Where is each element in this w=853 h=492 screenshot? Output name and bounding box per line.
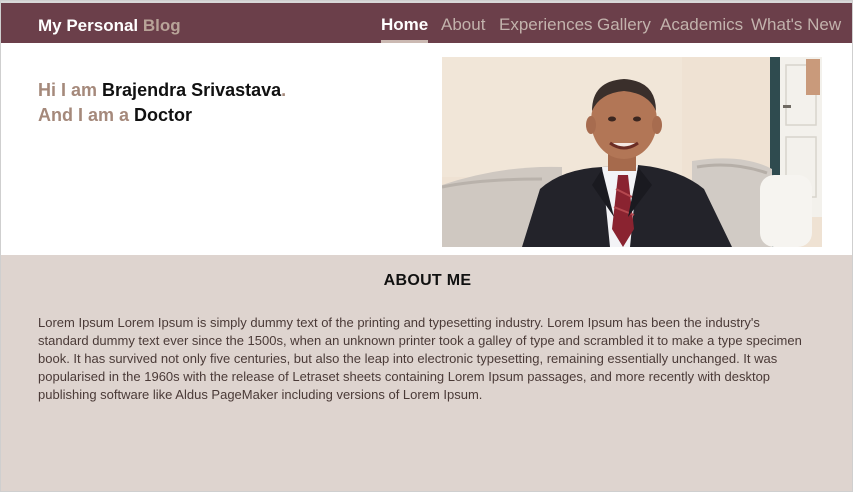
intro-greeting: Hi I am bbox=[38, 80, 98, 100]
navbar: My Personal Blog Home About Experiences … bbox=[1, 1, 852, 43]
nav-about[interactable]: About bbox=[441, 15, 485, 35]
page: My Personal Blog Home About Experiences … bbox=[0, 0, 853, 492]
intro-profession: Doctor bbox=[134, 105, 193, 125]
intro-line-2: And I am a Doctor bbox=[38, 103, 286, 128]
about-body: Lorem Ipsum Lorem Ipsum is simply dummy … bbox=[38, 315, 802, 402]
site-brand-link[interactable]: My Personal Blog bbox=[38, 16, 181, 36]
profile-photo bbox=[442, 57, 822, 247]
nav-whats-new[interactable]: What's New bbox=[751, 15, 841, 35]
brand-accent: Blog bbox=[142, 16, 181, 35]
about-section: ABOUT ME Lorem Ipsum Lorem Ipsum is simp… bbox=[1, 255, 852, 491]
intro-role-lead: And I am a bbox=[38, 105, 130, 125]
intro-line-1: Hi I am Brajendra Srivastava. bbox=[38, 78, 286, 103]
brand-prefix: My Personal bbox=[38, 16, 139, 35]
about-heading: ABOUT ME bbox=[383, 272, 472, 289]
nav-home[interactable]: Home bbox=[381, 15, 429, 43]
intro-period: . bbox=[281, 80, 287, 100]
intro-text: Hi I am Brajendra Srivastava. And I am a… bbox=[38, 78, 286, 128]
nav-experiences[interactable]: Experiences bbox=[499, 15, 593, 35]
nav-academics[interactable]: Academics bbox=[660, 15, 743, 35]
hero-section: Hi I am Brajendra Srivastava. And I am a… bbox=[1, 43, 852, 255]
intro-name: Brajendra Srivastava bbox=[102, 80, 282, 100]
nav-gallery[interactable]: Gallery bbox=[597, 15, 651, 35]
